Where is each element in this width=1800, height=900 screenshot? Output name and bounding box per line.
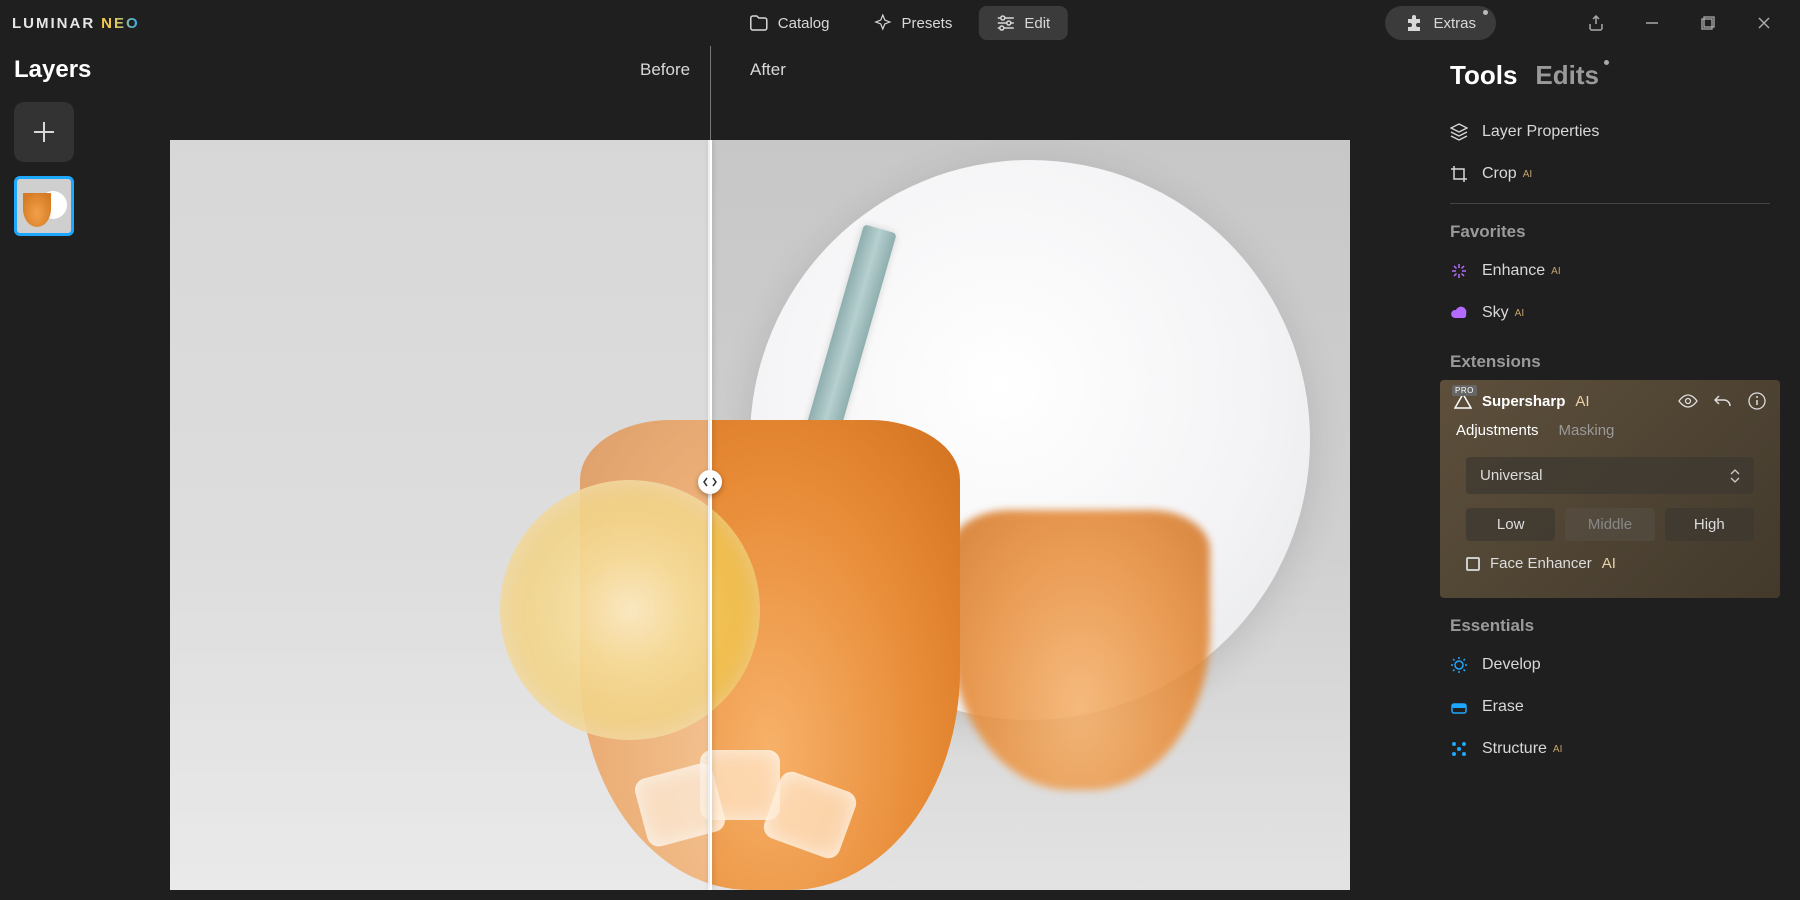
tool-layer-properties-label: Layer Properties — [1482, 123, 1599, 141]
subtab-adjustments[interactable]: Adjustments — [1456, 422, 1539, 439]
tool-sky-label: Sky — [1482, 304, 1509, 322]
tool-develop[interactable]: Develop — [1440, 644, 1780, 686]
strength-buttons: Low Middle High — [1466, 508, 1754, 541]
tool-crop[interactable]: Crop AI — [1440, 153, 1780, 195]
ai-badge: AI — [1602, 555, 1616, 572]
divider — [1450, 203, 1770, 204]
tool-sky[interactable]: Sky AI — [1440, 292, 1780, 334]
tab-tools[interactable]: Tools — [1450, 60, 1517, 91]
undo-icon[interactable] — [1714, 393, 1732, 409]
chevron-updown-icon — [1730, 468, 1740, 484]
arrows-horizontal-icon — [703, 477, 717, 487]
top-right-controls: Extras — [1385, 5, 1788, 41]
scene-glass — [580, 420, 960, 890]
right-panel: Tools Edits Layer Properties Crop AI Fav… — [1430, 50, 1800, 900]
nav-catalog-label: Catalog — [778, 15, 830, 32]
checkbox-icon — [1466, 557, 1480, 571]
ai-badge: AI — [1575, 393, 1589, 410]
top-bar: LUMINAR NEO Catalog Presets Edit — [0, 0, 1800, 46]
logo-text-a: LUMINAR — [12, 15, 95, 32]
plus-icon — [30, 118, 58, 146]
layers-title: Layers — [14, 56, 126, 84]
edits-notification-dot-icon — [1604, 60, 1609, 65]
tool-crop-label: Crop — [1482, 165, 1517, 183]
strength-middle[interactable]: Middle — [1565, 508, 1654, 541]
puzzle-icon — [1405, 14, 1423, 32]
window-minimize[interactable] — [1628, 5, 1676, 41]
tool-structure[interactable]: Structure AI — [1440, 728, 1780, 770]
nav-catalog[interactable]: Catalog — [732, 6, 848, 40]
share-button[interactable] — [1572, 5, 1620, 41]
compare-slider-handle[interactable] — [698, 470, 722, 494]
favorites-header: Favorites — [1450, 222, 1780, 242]
subtab-masking[interactable]: Masking — [1559, 422, 1615, 439]
develop-icon — [1450, 656, 1468, 674]
enhance-icon — [1450, 262, 1468, 280]
top-nav: Catalog Presets Edit — [732, 6, 1068, 40]
erase-icon — [1450, 699, 1468, 715]
tool-enhance-label: Enhance — [1482, 262, 1545, 280]
supersharp-mode-select[interactable]: Universal — [1466, 457, 1754, 494]
scene-reflection — [950, 510, 1210, 790]
app-logo: LUMINAR NEO — [12, 15, 140, 32]
tool-develop-label: Develop — [1482, 656, 1541, 674]
folder-icon — [750, 15, 768, 31]
logo-text-c: EO — [114, 15, 140, 32]
after-label: After — [750, 60, 786, 80]
ai-badge: AI — [1553, 744, 1562, 755]
extras-button[interactable]: Extras — [1385, 6, 1496, 40]
essentials-header: Essentials — [1450, 616, 1780, 636]
pro-badge: PRO — [1452, 385, 1477, 396]
window-maximize[interactable] — [1684, 5, 1732, 41]
extensions-header: Extensions — [1450, 352, 1780, 372]
strength-low[interactable]: Low — [1466, 508, 1555, 541]
nav-edit[interactable]: Edit — [978, 6, 1068, 40]
structure-icon — [1450, 740, 1468, 758]
supersharp-mode-value: Universal — [1480, 467, 1543, 484]
supersharp-panel: PRO Supersharp AI Adjustments Mas — [1440, 380, 1780, 598]
tool-enhance[interactable]: Enhance AI — [1440, 250, 1780, 292]
tool-erase-label: Erase — [1482, 698, 1524, 716]
layers-panel: Layers — [0, 46, 140, 900]
sliders-icon — [996, 15, 1014, 31]
nav-edit-label: Edit — [1024, 15, 1050, 32]
crop-icon — [1450, 165, 1468, 183]
tool-supersharp-label: Supersharp — [1482, 393, 1565, 410]
add-layer-button[interactable] — [14, 102, 74, 162]
tab-edits-label: Edits — [1535, 60, 1599, 90]
nav-presets-label: Presets — [901, 15, 952, 32]
tool-layer-properties[interactable]: Layer Properties — [1440, 111, 1780, 153]
image-canvas[interactable] — [170, 140, 1350, 890]
extras-label: Extras — [1433, 15, 1476, 32]
triangle-icon: PRO — [1454, 393, 1472, 409]
notification-dot-icon — [1483, 10, 1488, 15]
before-label: Before — [640, 60, 690, 80]
face-enhancer-checkbox[interactable]: Face Enhancer AI — [1466, 555, 1754, 572]
panel-tabs: Tools Edits — [1440, 60, 1780, 91]
nav-presets[interactable]: Presets — [855, 6, 970, 40]
eye-icon[interactable] — [1678, 394, 1698, 408]
cloud-icon — [1450, 306, 1468, 320]
layer-thumbnail-1[interactable] — [14, 176, 74, 236]
logo-text-b: N — [101, 15, 114, 32]
divider-top — [710, 46, 711, 140]
tool-supersharp[interactable]: PRO Supersharp AI — [1454, 393, 1590, 410]
window-close[interactable] — [1740, 5, 1788, 41]
tab-edits[interactable]: Edits — [1535, 60, 1599, 91]
ai-badge: AI — [1515, 308, 1524, 319]
tool-structure-label: Structure — [1482, 740, 1547, 758]
tool-erase[interactable]: Erase — [1440, 686, 1780, 728]
sparkle-icon — [873, 14, 891, 32]
strength-high[interactable]: High — [1665, 508, 1754, 541]
compare-divider — [710, 140, 712, 890]
layers-icon — [1450, 123, 1468, 141]
info-icon[interactable] — [1748, 392, 1766, 410]
ai-badge: AI — [1551, 266, 1560, 277]
ai-badge: AI — [1523, 169, 1532, 180]
face-enhancer-label: Face Enhancer — [1490, 555, 1592, 572]
